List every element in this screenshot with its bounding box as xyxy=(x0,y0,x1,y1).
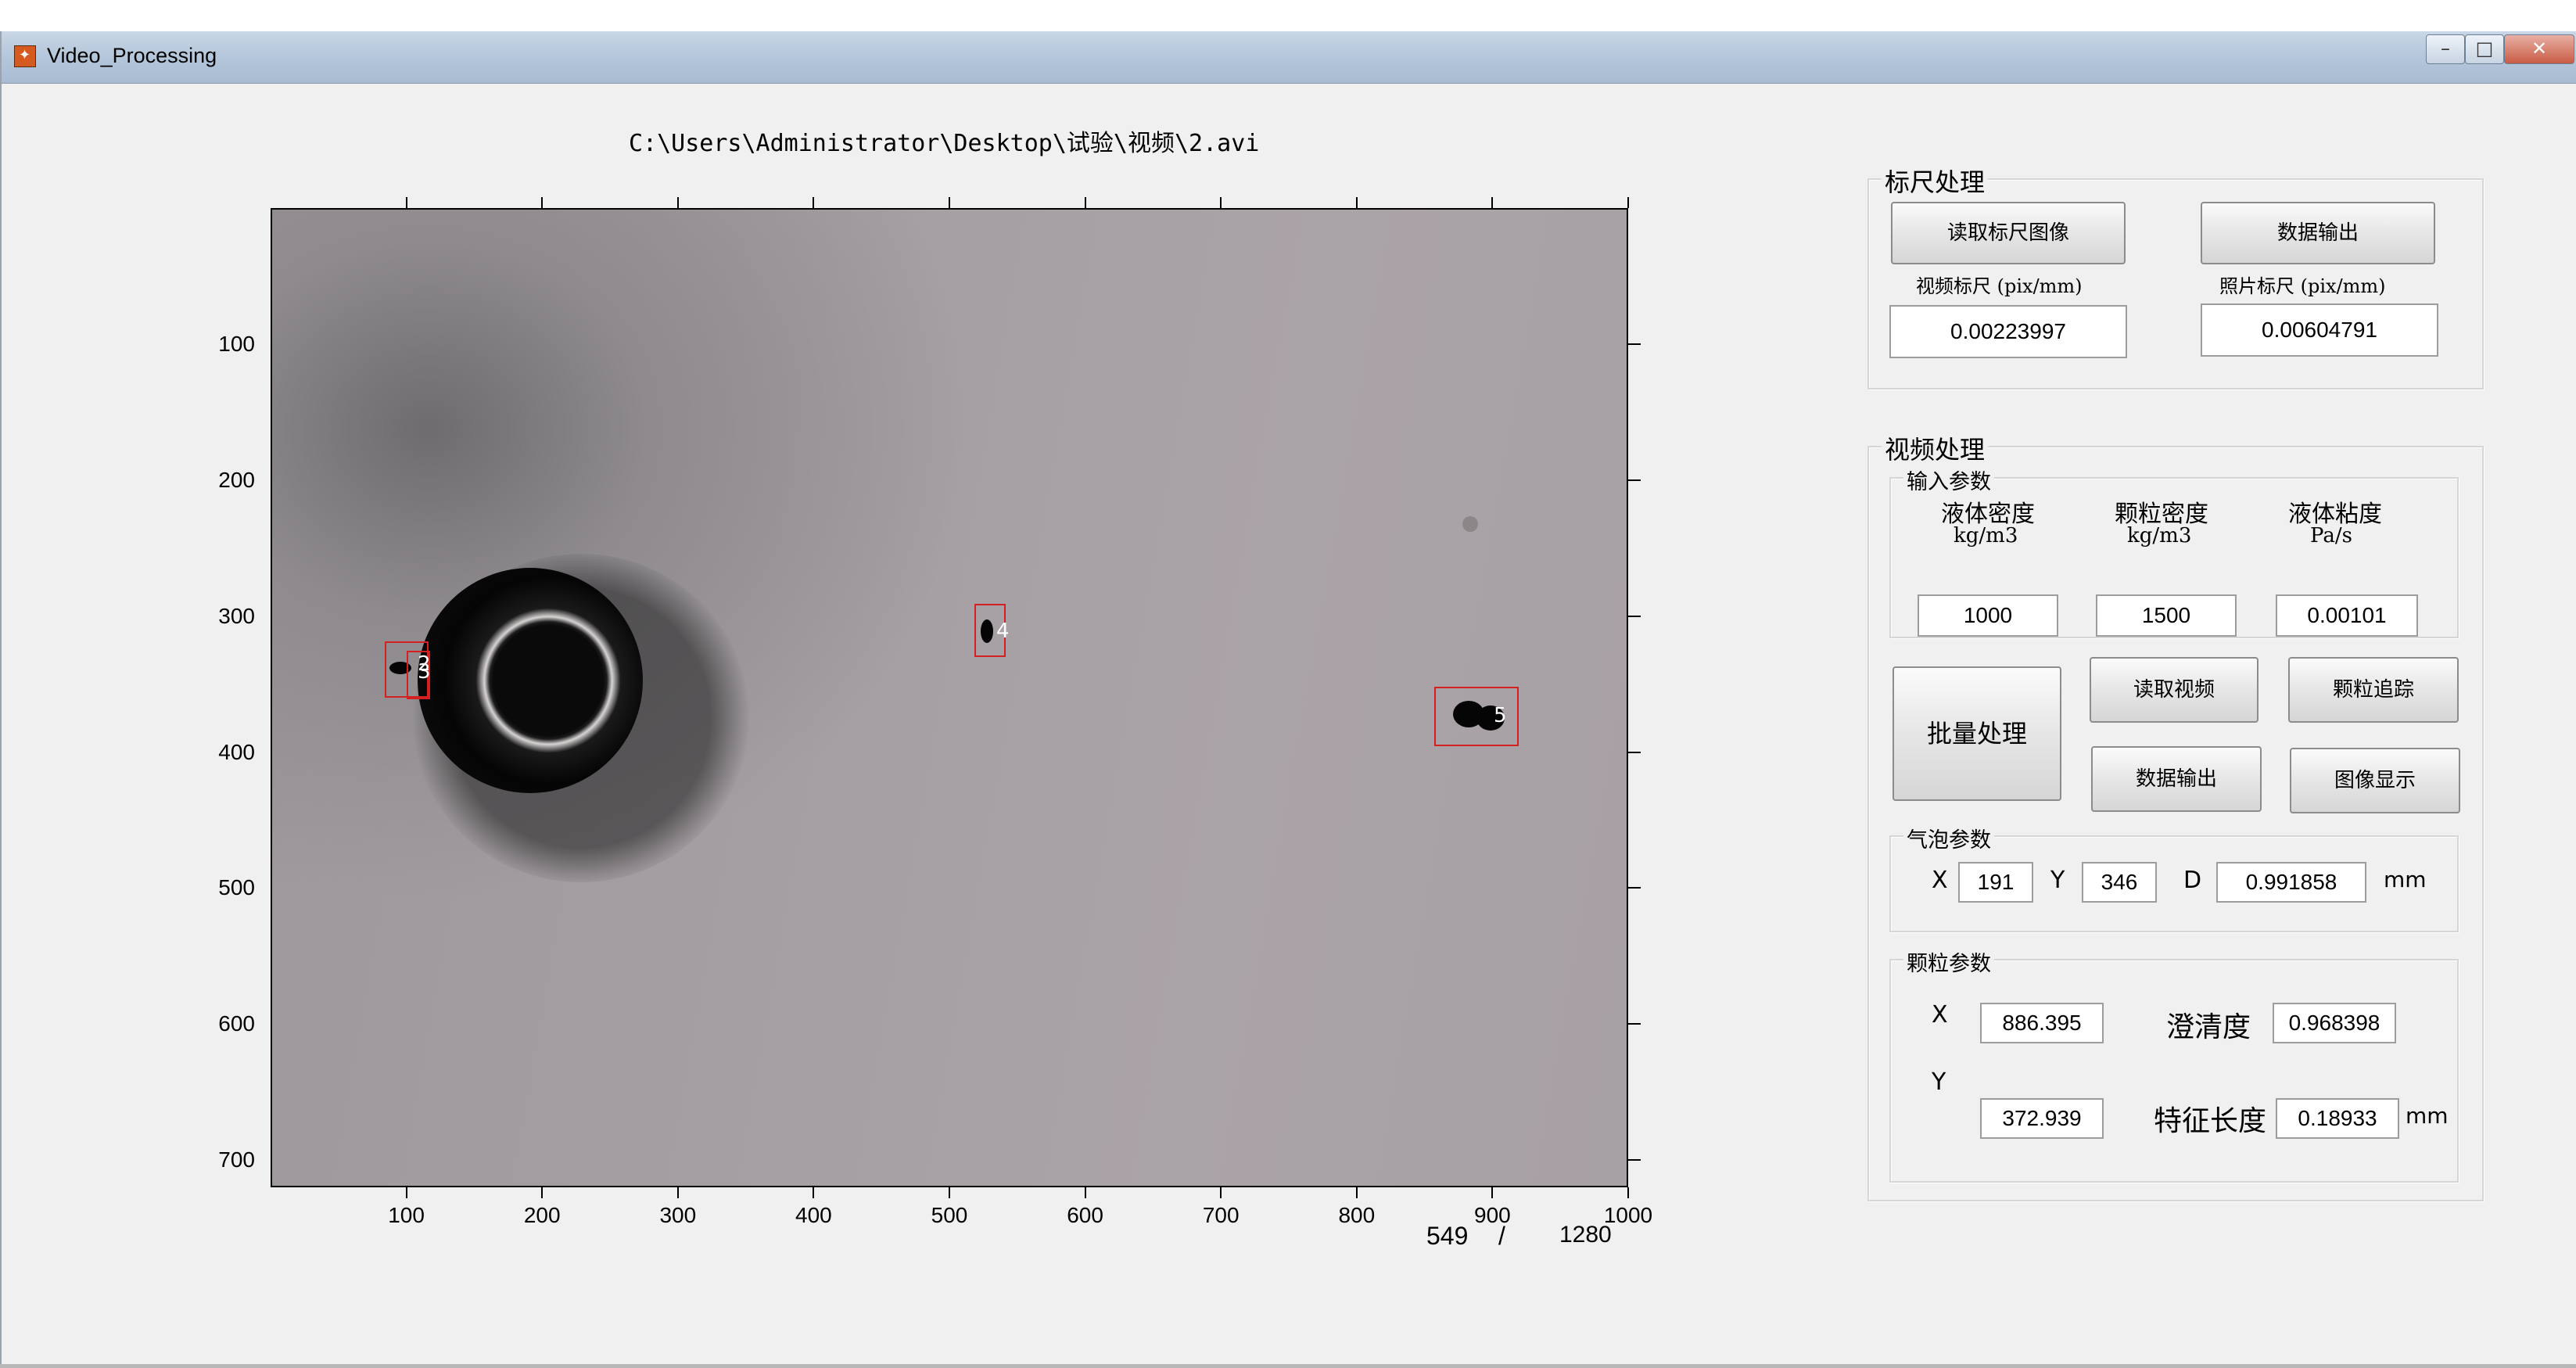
particle-blob xyxy=(1462,516,1478,532)
x-tick-mark xyxy=(541,1187,544,1198)
char-length-label: 特征长度 xyxy=(2154,1105,2267,1137)
particle-label: 4 xyxy=(996,619,1010,643)
x-tick-label: 700 xyxy=(1202,1203,1240,1227)
y-tick-label: 600 xyxy=(218,1011,255,1036)
particle-density-field[interactable]: 1500 xyxy=(2096,594,2237,637)
y-tick-label: 200 xyxy=(218,467,255,492)
particle-y-field[interactable]: 372.939 xyxy=(1980,1098,2104,1139)
bubble-y-field[interactable]: 346 xyxy=(2082,862,2157,903)
x-tick-label: 400 xyxy=(795,1203,832,1227)
scale-export-button[interactable]: 数据输出 xyxy=(2201,202,2435,264)
char-length-field[interactable]: 0.18933 xyxy=(2276,1098,2399,1139)
char-length-unit: mm xyxy=(2406,1103,2449,1129)
particle-label: 3 xyxy=(418,660,431,684)
batch-process-button[interactable]: 批量处理 xyxy=(1893,666,2061,801)
particle-y-label: Y xyxy=(1932,1068,1946,1096)
app-window: ✦ Video_Processing – □ ✕ C:\Users\Admini… xyxy=(0,31,2576,1368)
x-tick-mark xyxy=(1627,197,1629,208)
x-tick-mark xyxy=(676,1187,679,1198)
y-tick-mark xyxy=(1628,1159,1641,1162)
bubble-x-label: X xyxy=(1932,867,1948,894)
particle-x-label: X xyxy=(1932,1001,1948,1029)
x-tick-mark xyxy=(813,1187,815,1198)
particle-tracking-button[interactable]: 颗粒追踪 xyxy=(2288,657,2459,723)
input-params-title: 输入参数 xyxy=(1903,465,1994,495)
particle-x-field[interactable]: 886.395 xyxy=(1980,1003,2104,1043)
image-display-button[interactable]: 图像显示 xyxy=(2290,748,2460,813)
x-tick-label: 600 xyxy=(1067,1203,1103,1227)
x-tick-mark xyxy=(813,197,815,208)
minimize-button[interactable]: – xyxy=(2426,34,2465,64)
y-tick-label: 500 xyxy=(218,875,255,900)
video-scale-field[interactable]: 0.00223997 xyxy=(1889,305,2127,358)
y-tick-mark xyxy=(1628,615,1641,617)
x-tick-mark xyxy=(541,197,544,208)
y-tick-mark xyxy=(1628,1023,1641,1025)
x-tick-mark xyxy=(1491,197,1494,208)
x-tick-mark xyxy=(1355,1187,1358,1198)
bubble-d-label: D xyxy=(2183,867,2202,894)
y-tick-label: 700 xyxy=(218,1147,255,1172)
liquid-density-field[interactable]: 1000 xyxy=(1918,594,2058,637)
x-tick-mark xyxy=(1220,197,1222,208)
y-tick-label: 100 xyxy=(218,331,255,356)
maximize-button[interactable]: □ xyxy=(2465,34,2504,64)
x-tick-mark xyxy=(405,1187,407,1198)
video-scale-label: 视频标尺 (pix/mm) xyxy=(1916,275,2083,297)
clarity-field[interactable]: 0.968398 xyxy=(2273,1003,2396,1043)
particle-density-unit: kg/m3 xyxy=(2127,524,2192,548)
read-scale-image-button[interactable]: 读取标尺图像 xyxy=(1891,202,2126,264)
y-tick-mark xyxy=(1628,887,1641,889)
x-tick-mark xyxy=(405,197,407,208)
x-tick-label: 200 xyxy=(523,1203,561,1227)
x-tick-mark xyxy=(1355,197,1358,208)
y-tick-mark xyxy=(1628,479,1641,481)
viscosity-unit: Pa/s xyxy=(2310,524,2352,548)
read-video-button[interactable]: 读取视频 xyxy=(2090,657,2258,723)
close-button[interactable]: ✕ xyxy=(2504,34,2574,64)
particle-params-group xyxy=(1889,959,2459,1183)
x-tick-label: 900 xyxy=(1474,1203,1511,1227)
bubble xyxy=(418,568,643,793)
y-tick-label: 400 xyxy=(218,739,255,764)
y-tick-label: 300 xyxy=(218,603,255,628)
x-tick-mark xyxy=(1627,1187,1629,1198)
photo-scale-label: 照片标尺 (pix/mm) xyxy=(2219,275,2386,297)
x-tick-mark xyxy=(949,197,950,208)
x-tick-mark xyxy=(1220,1187,1222,1198)
bubble-d-field[interactable]: 0.991858 xyxy=(2216,862,2366,903)
matlab-icon: ✦ xyxy=(14,45,36,67)
x-tick-label: 300 xyxy=(659,1203,697,1227)
scale-panel-title: 标尺处理 xyxy=(1882,163,1989,199)
video-panel-title: 视频处理 xyxy=(1882,430,1989,466)
particle-params-title: 颗粒参数 xyxy=(1903,946,1994,977)
x-tick-label: 100 xyxy=(388,1203,425,1227)
x-tick-label: 500 xyxy=(931,1203,968,1227)
clarity-label: 澄清度 xyxy=(2166,1011,2251,1043)
photo-scale-field[interactable]: 0.00604791 xyxy=(2201,303,2438,357)
particle-label: 5 xyxy=(1494,704,1507,727)
y-tick-mark xyxy=(1628,751,1641,753)
y-tick-mark xyxy=(1628,343,1641,345)
x-tick-label: 800 xyxy=(1338,1203,1376,1227)
x-tick-mark xyxy=(1084,197,1086,208)
bubble-x-field[interactable]: 191 xyxy=(1958,862,2033,903)
bubble-y-label: Y xyxy=(2050,867,2065,894)
x-tick-mark xyxy=(949,1187,950,1198)
taskbar-edge xyxy=(0,1364,2576,1368)
window-title: Video_Processing xyxy=(47,44,217,67)
video-frame-axes[interactable]: 2 3 4 5 xyxy=(271,208,1628,1187)
x-tick-mark xyxy=(1491,1187,1494,1198)
x-tick-mark xyxy=(1084,1187,1086,1198)
liquid-density-unit: kg/m3 xyxy=(1954,524,2018,548)
bubble-d-unit: mm xyxy=(2384,867,2427,892)
title-bar[interactable]: ✦ Video_Processing – □ ✕ xyxy=(2,31,2576,84)
x-tick-label: 1000 xyxy=(1603,1203,1653,1227)
bubble-params-title: 气泡参数 xyxy=(1903,823,1994,853)
video-file-path: C:\Users\Administrator\Desktop\试验\视频\2.a… xyxy=(629,130,1260,157)
x-tick-mark xyxy=(676,197,679,208)
video-export-button[interactable]: 数据输出 xyxy=(2091,746,2262,812)
viscosity-field[interactable]: 0.00101 xyxy=(2276,594,2418,637)
